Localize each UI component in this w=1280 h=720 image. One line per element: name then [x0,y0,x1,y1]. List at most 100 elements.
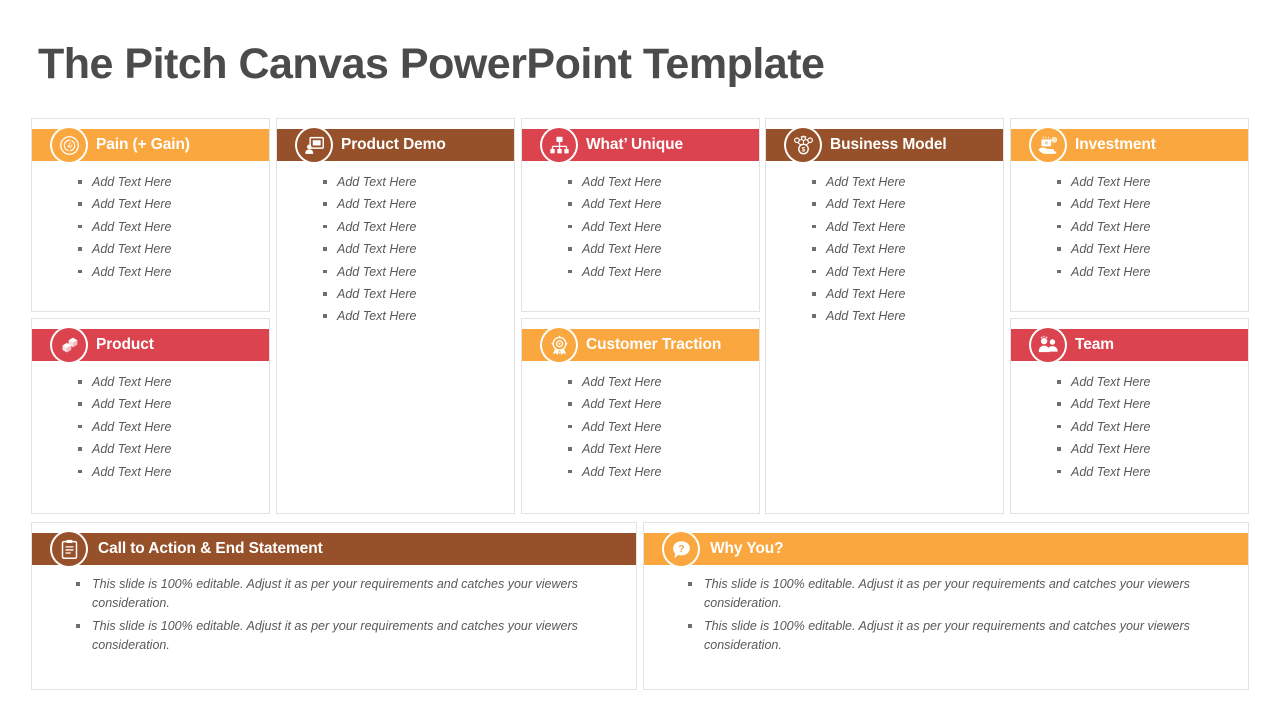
list-item: Add Text Here [323,305,504,327]
list-item: Add Text Here [812,216,993,238]
list-item: Add Text Here [812,193,993,215]
card-investment[interactable]: Investment Add Text Here Add Text Here A… [1010,118,1249,312]
badge [50,126,88,164]
org-chart-icon [549,136,569,153]
list-item: Add Text Here [568,238,749,260]
people-group-icon [1038,335,1058,352]
list-item: This slide is 100% editable. Adjust it a… [76,617,592,654]
card-title: Product Demo [341,136,446,153]
list-item: Add Text Here [568,438,749,460]
target-bolt-icon [59,135,79,155]
list-item: Add Text Here [1057,261,1238,283]
card-title: What’ Unique [586,136,683,153]
card-title: Customer Traction [586,336,722,353]
list-item: Add Text Here [1057,393,1238,415]
list-item: Add Text Here [78,371,259,393]
list-item: Add Text Here [78,216,259,238]
list-item: Add Text Here [812,261,993,283]
card-header: ? Why You? [644,530,1248,568]
card-business-model[interactable]: $ Business Model Add Text Here Add Text … [765,118,1004,514]
list-item: Add Text Here [1057,193,1238,215]
card-header: Product Demo [277,126,514,164]
list-item: Add Text Here [1057,416,1238,438]
bullet-list: Add Text Here Add Text Here Add Text Her… [277,171,514,328]
list-item: Add Text Here [1057,461,1238,483]
list-item: This slide is 100% editable. Adjust it a… [76,575,592,612]
card-title: Business Model [830,136,947,153]
bullet-list: Add Text Here Add Text Here Add Text Her… [32,171,269,283]
card-team[interactable]: Team Add Text Here Add Text Here Add Tex… [1010,318,1249,514]
badge [50,326,88,364]
badge: $ [784,126,822,164]
list-item: Add Text Here [1057,371,1238,393]
list-item: Add Text Here [323,171,504,193]
card-customer-traction[interactable]: Customer Traction Add Text Here Add Text… [521,318,760,514]
pitch-canvas-slide: The Pitch Canvas PowerPoint Template Pai… [0,0,1280,720]
card-header: Team [1011,326,1248,364]
card-title: Team [1075,336,1114,353]
bullet-list: Add Text Here Add Text Here Add Text Her… [1011,171,1248,283]
list-item: Add Text Here [568,261,749,283]
list-item: Add Text Here [323,193,504,215]
card-whats-unique[interactable]: What’ Unique Add Text Here Add Text Here… [521,118,760,312]
badge [1029,126,1067,164]
list-item: Add Text Here [568,393,749,415]
card-title: Pain (+ Gain) [96,136,190,153]
list-item: Add Text Here [78,438,259,460]
svg-text:?: ? [678,543,684,555]
list-item: Add Text Here [1057,216,1238,238]
list-item: Add Text Here [812,283,993,305]
award-badge-icon [550,335,568,355]
svg-text:$: $ [801,146,805,153]
card-header: $ Business Model [766,126,1003,164]
list-item: Add Text Here [323,283,504,305]
card-title: Call to Action & End Statement [98,540,323,557]
page-title: The Pitch Canvas PowerPoint Template [38,40,825,88]
bullet-list: Add Text Here Add Text Here Add Text Her… [522,171,759,283]
card-title: Why You? [710,540,784,557]
card-header: Product [32,326,269,364]
question-bubble-icon: ? [672,540,690,558]
card-product[interactable]: Product Add Text Here Add Text Here Add … [31,318,270,514]
bullet-list: Add Text Here Add Text Here Add Text Her… [1011,371,1248,483]
list-item: Add Text Here [568,461,749,483]
bullet-list: Add Text Here Add Text Here Add Text Her… [766,171,1003,328]
card-call-to-action[interactable]: Call to Action & End Statement This slid… [31,522,637,690]
list-item: Add Text Here [323,216,504,238]
card-header: Pain (+ Gain) [32,126,269,164]
presentation-person-icon [304,136,324,154]
list-item: Add Text Here [568,193,749,215]
card-pain-gain[interactable]: Pain (+ Gain) Add Text Here Add Text Her… [31,118,270,312]
list-item: Add Text Here [323,238,504,260]
card-product-demo[interactable]: Product Demo Add Text Here Add Text Here… [276,118,515,514]
list-item: Add Text Here [812,238,993,260]
card-why-you[interactable]: ? Why You? This slide is 100% editable. … [643,522,1249,690]
badge [1029,326,1067,364]
list-item: Add Text Here [1057,238,1238,260]
boxes-icon [62,337,77,352]
card-title: Investment [1075,136,1156,153]
list-item: Add Text Here [568,371,749,393]
bullet-list: This slide is 100% editable. Adjust it a… [644,575,1248,659]
hand-money-icon [1038,136,1057,154]
list-item: This slide is 100% editable. Adjust it a… [688,575,1204,612]
list-item: Add Text Here [78,393,259,415]
badge [50,530,88,568]
badge: ? [662,530,700,568]
list-item: Add Text Here [78,261,259,283]
card-header: Investment [1011,126,1248,164]
card-header: Call to Action & End Statement [32,530,636,568]
badge [295,126,333,164]
list-item: Add Text Here [78,193,259,215]
bullet-list: This slide is 100% editable. Adjust it a… [32,575,636,659]
list-item: This slide is 100% editable. Adjust it a… [688,617,1204,654]
list-item: Add Text Here [1057,438,1238,460]
list-item: Add Text Here [1057,171,1238,193]
clipboard-icon [61,539,77,559]
badge [540,126,578,164]
bullet-list: Add Text Here Add Text Here Add Text Her… [32,371,269,483]
card-title: Product [96,336,154,353]
list-item: Add Text Here [812,171,993,193]
list-item: Add Text Here [812,305,993,327]
card-header: Customer Traction [522,326,759,364]
